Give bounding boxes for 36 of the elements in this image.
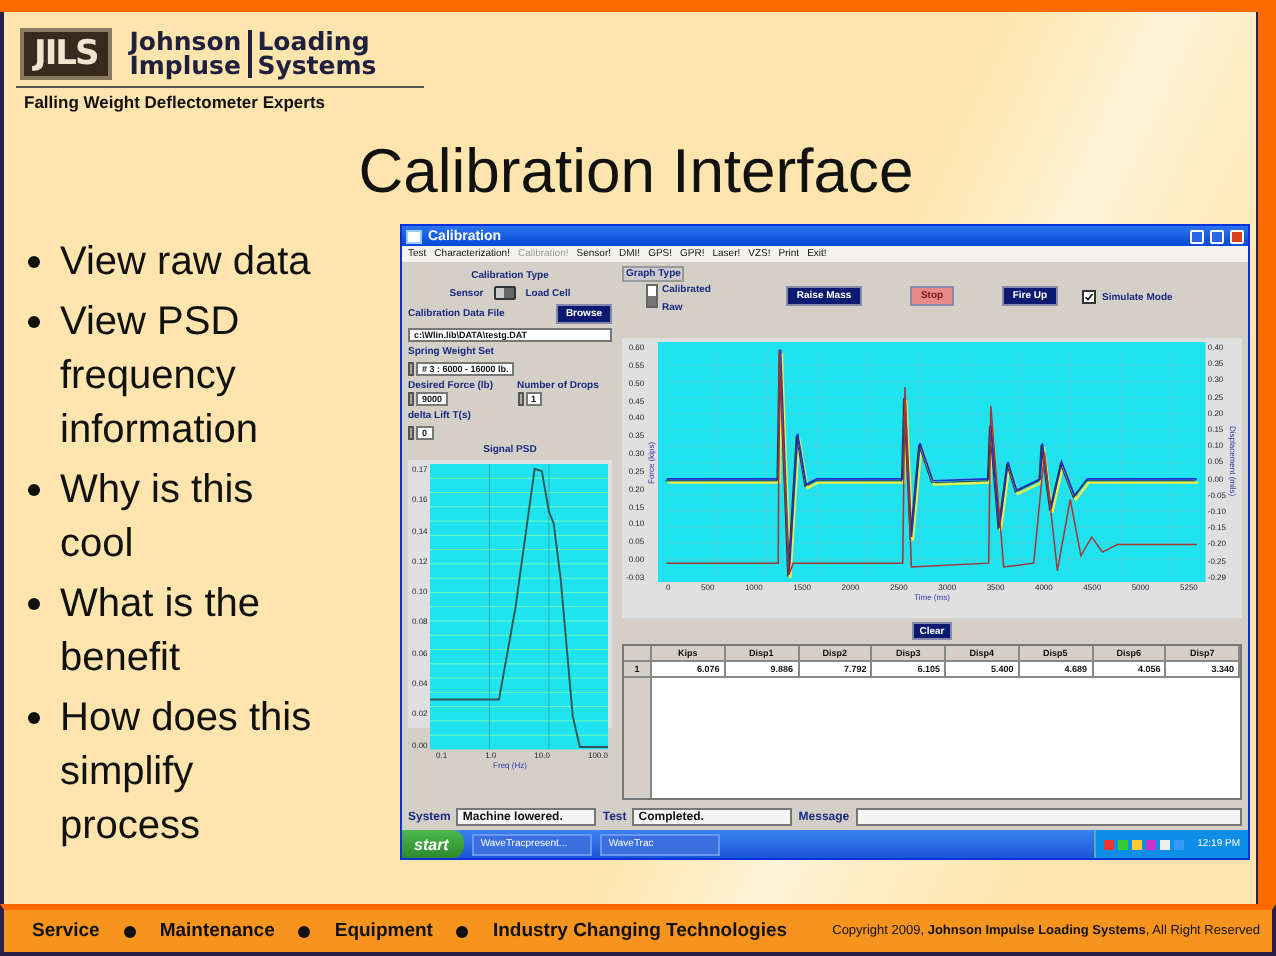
slide-title: Calibration Interface — [358, 136, 914, 208]
footer-item: Equipment — [334, 920, 433, 942]
bullet-text: View raw data — [60, 238, 311, 288]
spinner-icon[interactable] — [408, 426, 414, 440]
bullet-text: How does this simplify process — [60, 694, 314, 852]
dot-icon — [456, 925, 469, 937]
bullet-icon — [28, 316, 40, 328]
checkbox[interactable] — [1082, 290, 1096, 304]
bullet-icon — [28, 484, 40, 496]
bullet-text: What is the benefit — [60, 580, 263, 684]
footer-item: Service — [32, 920, 100, 942]
maximize-icon[interactable] — [1210, 229, 1224, 243]
bullet-text: View PSD frequency information — [60, 298, 260, 456]
close-icon[interactable] — [1230, 229, 1244, 243]
window-icon — [406, 229, 422, 243]
logo-text: Systems — [255, 54, 379, 78]
row-header-column — [624, 678, 652, 798]
logo-mark: JILS — [20, 28, 112, 80]
bullet-icon — [28, 256, 40, 268]
bullet-icon — [28, 712, 40, 724]
logo-tagline: Falling Weight Deflectometer Experts — [16, 86, 424, 112]
minimize-icon[interactable] — [1190, 229, 1204, 243]
logo-text: Johnson — [123, 30, 252, 54]
table-corner-header — [624, 646, 652, 662]
logo-text: Loading — [255, 30, 370, 54]
toggle-switch[interactable] — [493, 286, 516, 300]
footer-item: Maintenance — [159, 920, 275, 942]
footer-item: Industry Changing Technologies — [492, 920, 788, 942]
logo-text: Impluse — [123, 54, 252, 78]
dot-icon — [298, 925, 311, 937]
dot-icon — [123, 925, 136, 937]
bullet-text: Why is this cool — [60, 466, 256, 570]
spinner-icon[interactable] — [408, 392, 414, 406]
spinner-icon[interactable] — [517, 392, 524, 406]
bullet-icon — [28, 598, 40, 610]
spinner-icon[interactable] — [408, 362, 414, 376]
